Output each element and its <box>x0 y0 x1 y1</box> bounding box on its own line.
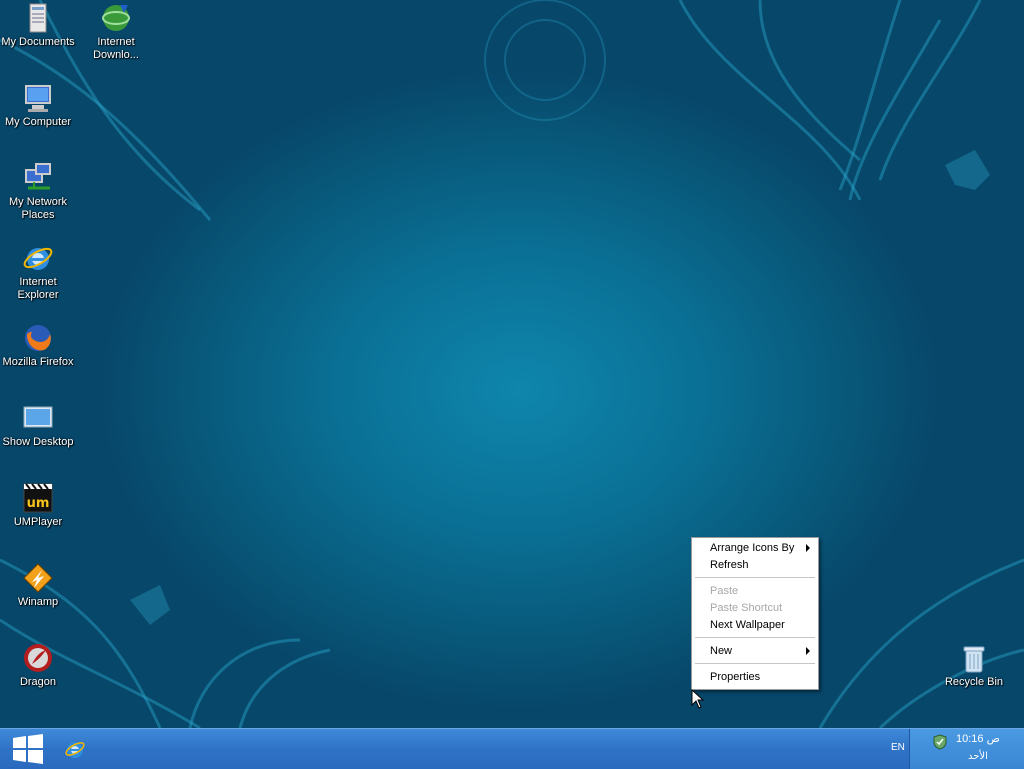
menu-item-refresh[interactable]: Refresh <box>692 557 818 573</box>
desktop-icon-label: My Documents <box>1 36 75 48</box>
desktop-icon-umplayer[interactable]: um UMPlayer <box>0 482 76 529</box>
desktop-icon-firefox[interactable]: Mozilla Firefox <box>0 322 76 369</box>
menu-item-next-wallpaper[interactable]: Next Wallpaper <box>692 617 818 633</box>
clock-time[interactable]: 10:16 ص <box>956 732 1000 745</box>
menu-separator <box>695 637 815 638</box>
desktop-icon-label: Internet Downlo... <box>93 36 139 61</box>
winamp-icon <box>23 563 53 593</box>
desktop-icon-dragon[interactable]: Dragon <box>0 642 76 689</box>
desktop-icon-label: Winamp <box>17 596 59 608</box>
desktop-icon-recycle-bin[interactable]: Recycle Bin <box>936 642 1012 689</box>
language-indicator[interactable]: EN <box>891 742 905 753</box>
desktop-icon-label: Internet Explorer <box>17 276 59 301</box>
my-computer-icon <box>25 85 51 112</box>
context-menu: Arrange Icons By Refresh Paste Paste Sho… <box>691 537 819 690</box>
system-tray: 10:16 ص الأحد <box>909 729 1024 769</box>
menu-item-properties[interactable]: Properties <box>692 669 818 685</box>
desktop-icon-internet-explorer[interactable]: Internet Explorer <box>0 242 76 302</box>
desktop-icon-label: Recycle Bin <box>944 676 1004 688</box>
submenu-arrow-icon <box>806 544 810 552</box>
desktop-icon-label: My Network Places <box>8 196 68 221</box>
mouse-pointer-icon <box>691 689 705 709</box>
network-places-icon <box>25 163 51 190</box>
menu-separator <box>695 663 815 664</box>
menu-item-paste[interactable]: Paste <box>692 583 818 599</box>
desktop-icon-network-places[interactable]: My Network Places <box>0 162 76 222</box>
desktop-icon-internet-download-manager[interactable]: Internet Downlo... <box>78 2 154 62</box>
desktop-icon-label: UMPlayer <box>13 516 63 528</box>
firefox-icon <box>25 325 51 351</box>
menu-item-new[interactable]: New <box>692 643 818 659</box>
internet-explorer-icon[interactable] <box>64 738 86 760</box>
menu-item-arrange-icons-by[interactable]: Arrange Icons By <box>692 540 818 556</box>
wallpaper-decoration <box>0 0 1024 728</box>
security-shield-icon[interactable] <box>932 734 948 750</box>
desktop-icon-winamp[interactable]: Winamp <box>0 562 76 609</box>
desktop-icon-label: Mozilla Firefox <box>2 356 74 368</box>
internet-explorer-icon <box>23 247 53 270</box>
my-documents-icon <box>29 3 47 33</box>
menu-item-paste-shortcut[interactable]: Paste Shortcut <box>692 600 818 616</box>
show-desktop-icon <box>23 406 53 428</box>
windows-logo-icon[interactable] <box>10 734 46 764</box>
desktop-icon-label: Show Desktop <box>2 436 74 448</box>
umplayer-icon: um <box>23 483 53 513</box>
submenu-arrow-icon <box>806 647 810 655</box>
recycle-bin-icon <box>963 646 985 673</box>
internet-download-manager-icon <box>102 5 130 31</box>
desktop-icon-label: My Computer <box>4 116 72 128</box>
clock-day: الأحد <box>968 751 988 762</box>
svg-text:um: um <box>27 496 50 511</box>
desktop-icon-show-desktop[interactable]: Show Desktop <box>0 402 76 449</box>
desktop-icon-label: Dragon <box>19 676 57 688</box>
desktop-icon-my-documents[interactable]: My Documents <box>0 2 76 49</box>
dragon-icon <box>24 644 52 672</box>
desktop-icon-my-computer[interactable]: My Computer <box>0 82 76 129</box>
taskbar: EN 10:16 ص الأحد <box>0 728 1024 769</box>
menu-separator <box>695 577 815 578</box>
desktop[interactable]: My Documents My Computer My Network Plac… <box>0 0 1024 728</box>
